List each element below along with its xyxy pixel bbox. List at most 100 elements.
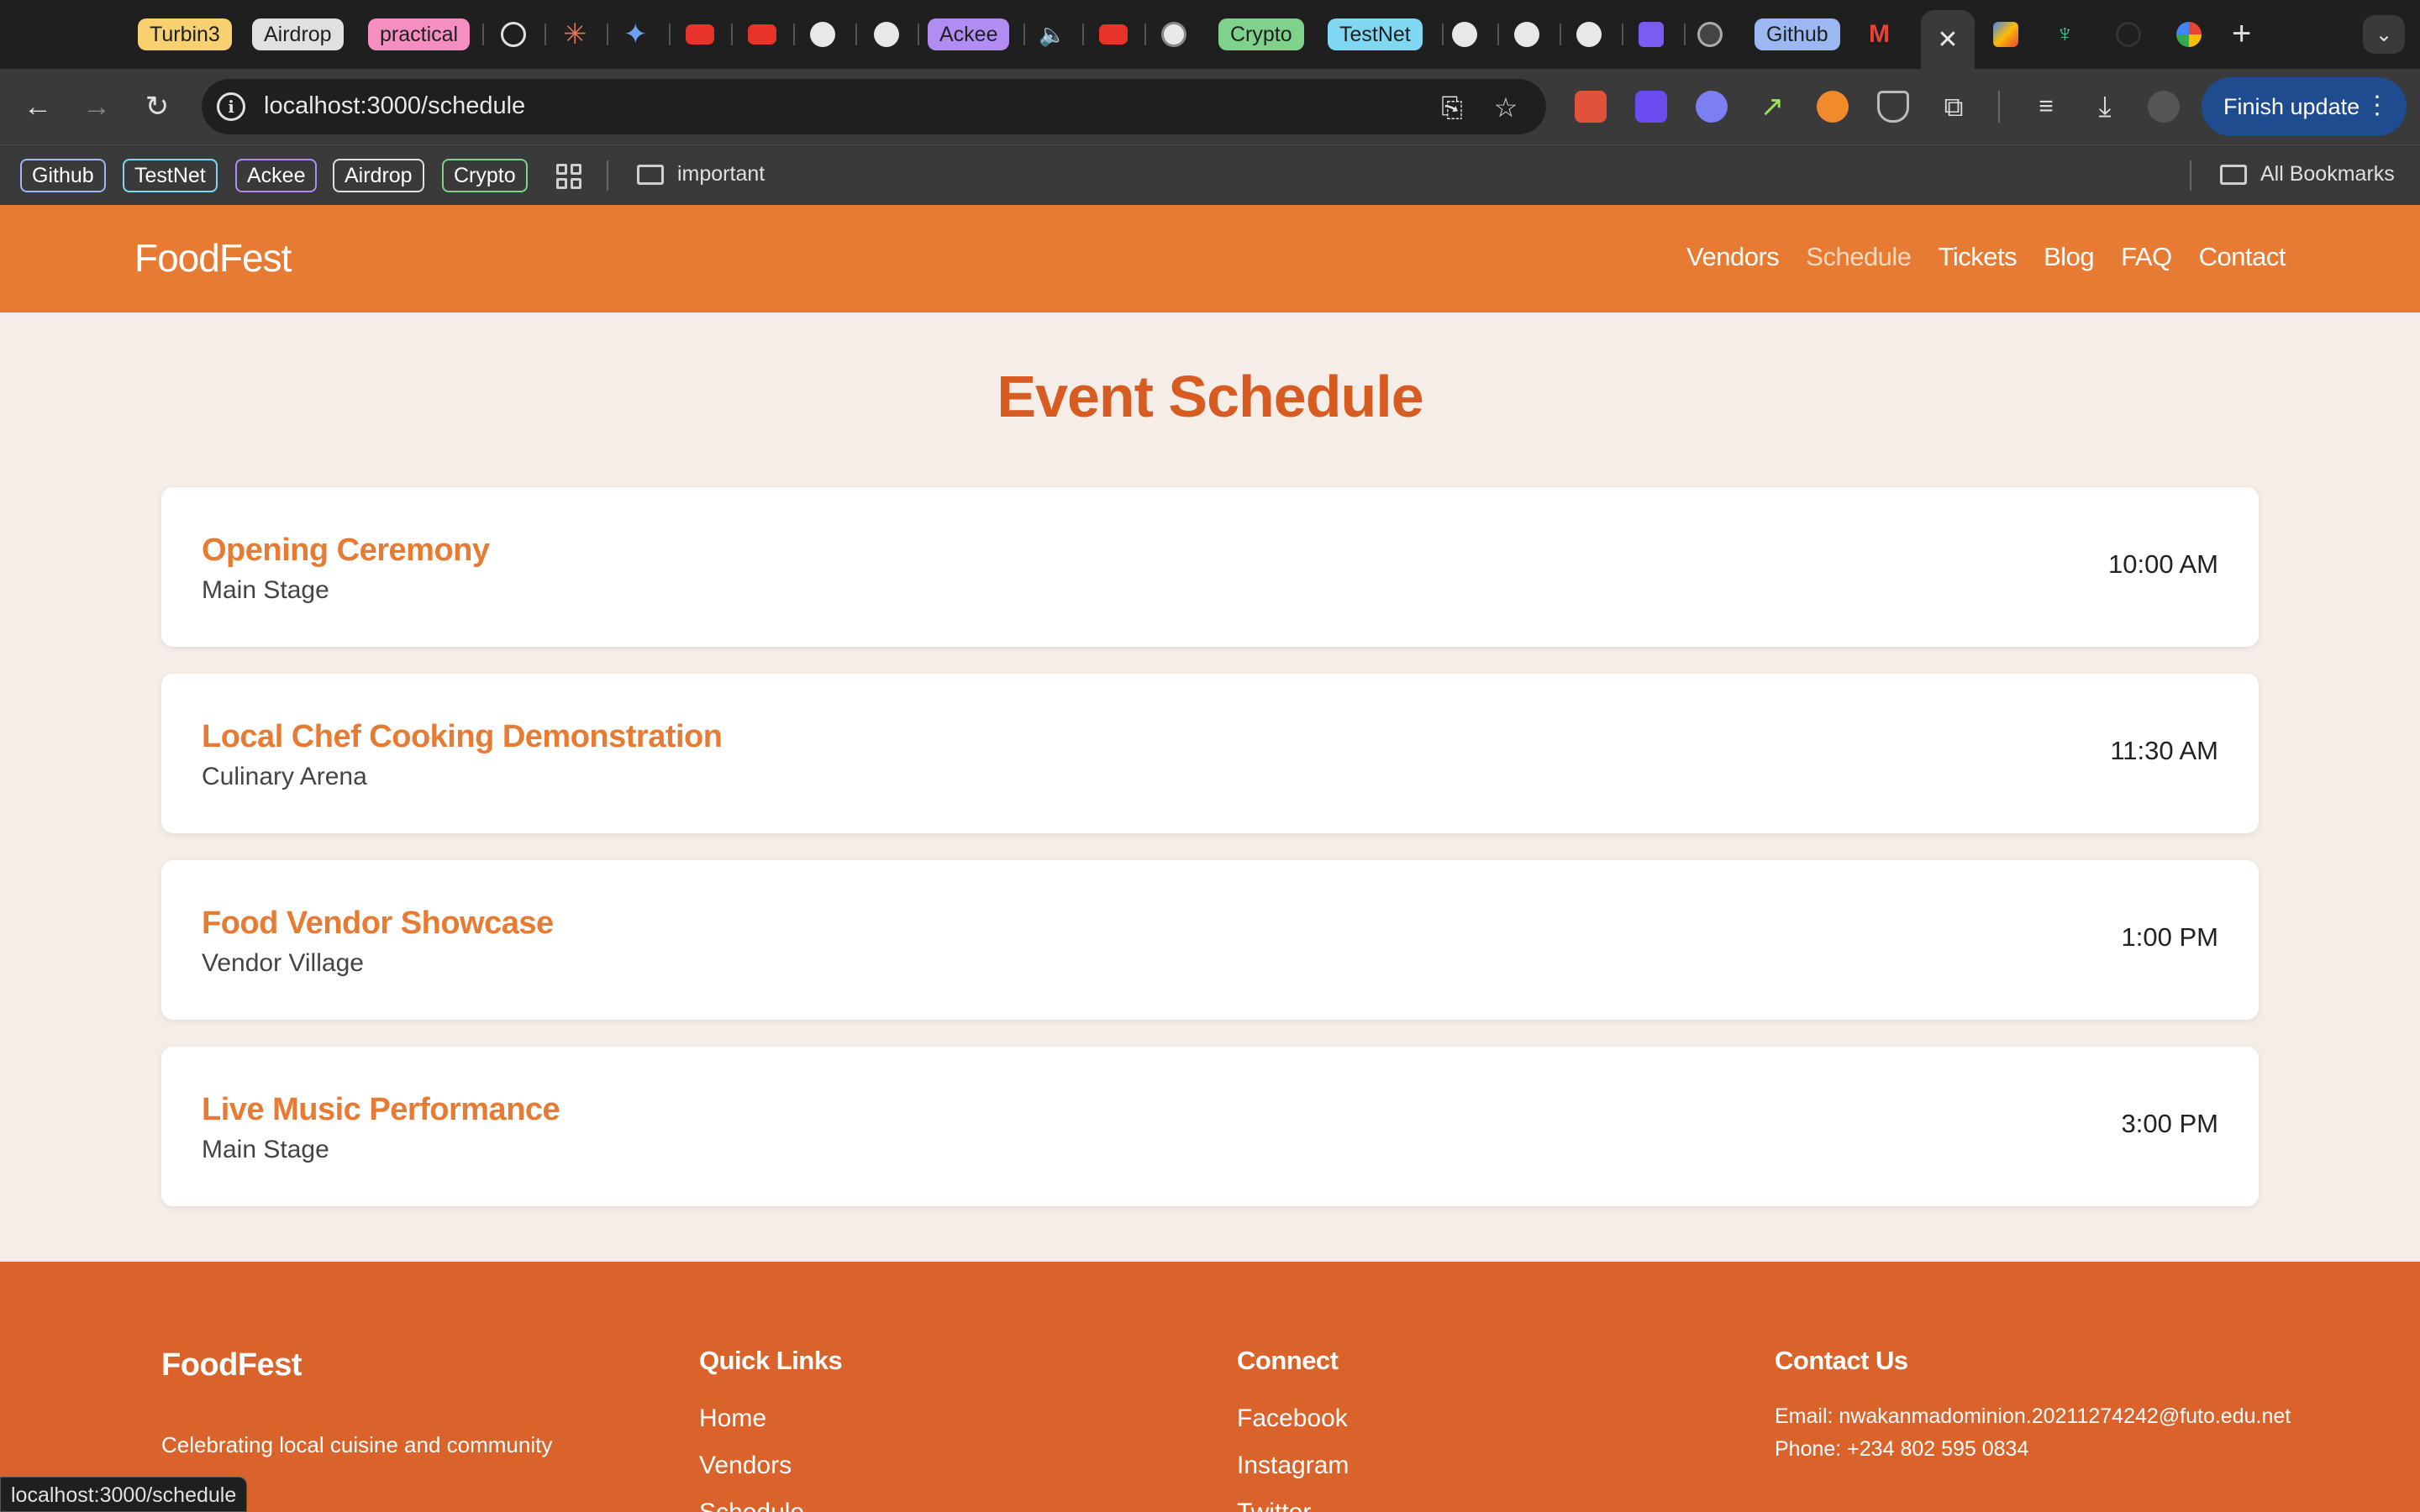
site-nav: Vendors Schedule Tickets Blog FAQ Contac… bbox=[1686, 242, 2286, 272]
new-tab-button[interactable]: + bbox=[2232, 15, 2251, 52]
nav-contact[interactable]: Contact bbox=[2199, 242, 2286, 272]
bookmark-star-icon[interactable]: ☆ bbox=[1489, 91, 1523, 124]
download-icon[interactable]: ⤓ bbox=[2089, 91, 2121, 123]
tab-github-1[interactable] bbox=[810, 17, 835, 52]
footer-tagline: Celebrating local cuisine and community bbox=[161, 1432, 553, 1457]
tab-github-3[interactable] bbox=[1161, 17, 1186, 52]
bookmark-crypto[interactable]: Crypto bbox=[442, 159, 528, 192]
claude-icon: ✳ bbox=[563, 18, 587, 50]
event-time: 11:30 AM bbox=[2110, 736, 2218, 765]
close-icon[interactable]: ✕ bbox=[1937, 25, 1958, 55]
reload-button[interactable]: ↻ bbox=[136, 86, 178, 128]
tab-audio[interactable]: 🔈 bbox=[1039, 17, 1065, 52]
tab-airdrop[interactable]: Airdrop bbox=[252, 17, 344, 52]
nav-tickets[interactable]: Tickets bbox=[1939, 242, 2018, 272]
youtube-icon bbox=[1099, 24, 1128, 45]
back-button[interactable]: ← bbox=[17, 86, 59, 128]
bookmark-airdrop[interactable]: Airdrop bbox=[333, 159, 424, 192]
app-icon bbox=[1993, 22, 2018, 47]
page-title: Event Schedule bbox=[997, 364, 1423, 429]
avatar[interactable] bbox=[2148, 91, 2180, 123]
site-logo[interactable]: FoodFest bbox=[134, 235, 292, 281]
app-icon bbox=[1639, 22, 1664, 47]
tab-gmail[interactable]: M bbox=[1869, 17, 1890, 52]
site-header: FoodFest Vendors Schedule Tickets Blog F… bbox=[0, 205, 2420, 312]
footer-contact: Contact Us Email: nwakanmadominion.20211… bbox=[1775, 1346, 2291, 1462]
shield-icon[interactable] bbox=[1877, 91, 1909, 123]
nav-blog[interactable]: Blog bbox=[2044, 242, 2095, 272]
puzzle-icon[interactable]: ⧉ bbox=[1938, 91, 1970, 123]
forward-button[interactable]: → bbox=[76, 86, 118, 128]
tab-turbin3[interactable]: Turbin3 bbox=[138, 17, 232, 52]
tab-youtube-1[interactable] bbox=[686, 17, 714, 52]
github-icon bbox=[1576, 22, 1602, 47]
tab-github-2[interactable] bbox=[874, 17, 899, 52]
tab-openai[interactable] bbox=[501, 17, 526, 52]
tab-search-button[interactable]: ⌄ bbox=[2363, 15, 2405, 54]
tab-github-4[interactable] bbox=[1452, 17, 1477, 52]
footer-link-home[interactable]: Home bbox=[699, 1404, 842, 1433]
address-bar[interactable]: i localhost:3000/schedule ⎘ ☆ bbox=[202, 79, 1546, 134]
footer-brand: FoodFest bbox=[161, 1347, 302, 1383]
google-icon bbox=[2176, 22, 2202, 47]
tab-youtube-2[interactable] bbox=[748, 17, 776, 52]
tab-testnet[interactable]: TestNet bbox=[1328, 17, 1423, 52]
footer-link-instagram[interactable]: Instagram bbox=[1237, 1452, 1349, 1480]
gemini-icon: ✦ bbox=[623, 18, 648, 50]
all-bookmarks-label: All Bookmarks bbox=[2260, 162, 2395, 186]
all-bookmarks[interactable]: All Bookmarks bbox=[2220, 162, 2395, 186]
footer-link-schedule[interactable]: Schedule bbox=[699, 1499, 842, 1512]
event-title: Opening Ceremony bbox=[202, 533, 490, 568]
bookmark-folder-label: important bbox=[677, 162, 765, 186]
tab-google[interactable] bbox=[2176, 17, 2202, 52]
tab-app-4[interactable]: ♆ bbox=[2055, 17, 2075, 52]
tab-label: TestNet bbox=[1328, 18, 1423, 50]
gmail-icon: M bbox=[1869, 20, 1890, 48]
footer-link-twitter[interactable]: Twitter bbox=[1237, 1499, 1349, 1512]
event-venue: Main Stage bbox=[202, 576, 329, 604]
tab-app-3[interactable] bbox=[1993, 17, 2018, 52]
apps-grid-icon[interactable] bbox=[556, 164, 581, 189]
tab-github-5[interactable] bbox=[1514, 17, 1539, 52]
tab-youtube-3[interactable] bbox=[1099, 17, 1128, 52]
extension-icon[interactable] bbox=[1635, 91, 1667, 123]
finish-update-button[interactable]: Finish update ⋮ bbox=[2202, 77, 2407, 136]
extension-icon[interactable] bbox=[1696, 91, 1728, 123]
site-info-icon[interactable]: i bbox=[217, 92, 245, 121]
bookmark-ackee[interactable]: Ackee bbox=[235, 159, 318, 192]
event-title: Live Music Performance bbox=[202, 1092, 560, 1127]
nav-faq[interactable]: FAQ bbox=[2121, 242, 2172, 272]
tab-practical[interactable]: practical bbox=[368, 17, 471, 52]
install-app-icon[interactable]: ⎘ bbox=[1435, 91, 1469, 124]
bookmark-github[interactable]: Github bbox=[20, 159, 106, 192]
tab-github-6[interactable] bbox=[1576, 17, 1602, 52]
footer-connect: Connect Facebook Instagram Twitter bbox=[1237, 1346, 1349, 1512]
extension-icon[interactable]: ↗ bbox=[1756, 91, 1788, 123]
nav-vendors[interactable]: Vendors bbox=[1686, 242, 1780, 272]
tab-active[interactable]: ✕ bbox=[1921, 10, 1975, 69]
footer-link-facebook[interactable]: Facebook bbox=[1237, 1404, 1349, 1433]
address-text[interactable]: localhost:3000/schedule bbox=[264, 92, 525, 120]
footer-phone: Phone: +234 802 595 0834 bbox=[1775, 1437, 2029, 1461]
tab-app-1[interactable] bbox=[1639, 17, 1664, 52]
tab-ackee[interactable]: Ackee bbox=[928, 17, 1010, 52]
browser-toolbar: ← → ↻ i localhost:3000/schedule ⎘ ☆ ↗ ⧉ … bbox=[0, 69, 2420, 144]
tab-app-5[interactable] bbox=[2116, 17, 2141, 52]
extension-icon[interactable] bbox=[1575, 91, 1607, 123]
event-time: 10:00 AM bbox=[2108, 549, 2218, 579]
footer-link-vendors[interactable]: Vendors bbox=[699, 1452, 842, 1480]
event-venue: Vendor Village bbox=[202, 949, 364, 977]
bookmark-folder-important[interactable]: important bbox=[637, 162, 765, 186]
tab-github-group[interactable]: Github bbox=[1754, 17, 1840, 52]
metamask-icon[interactable] bbox=[1817, 91, 1849, 123]
github-icon bbox=[874, 22, 899, 47]
tab-claude[interactable]: ✳ bbox=[563, 17, 587, 52]
bookmark-testnet[interactable]: TestNet bbox=[123, 159, 218, 192]
tab-crypto[interactable]: Crypto bbox=[1218, 17, 1304, 52]
tab-app-2[interactable] bbox=[1697, 17, 1723, 52]
event-venue: Main Stage bbox=[202, 1136, 329, 1163]
app-icon: ♆ bbox=[2055, 20, 2075, 48]
tab-gemini[interactable]: ✦ bbox=[623, 17, 648, 52]
media-icon[interactable]: ≡ bbox=[2030, 91, 2062, 123]
nav-schedule[interactable]: Schedule bbox=[1806, 242, 1912, 272]
